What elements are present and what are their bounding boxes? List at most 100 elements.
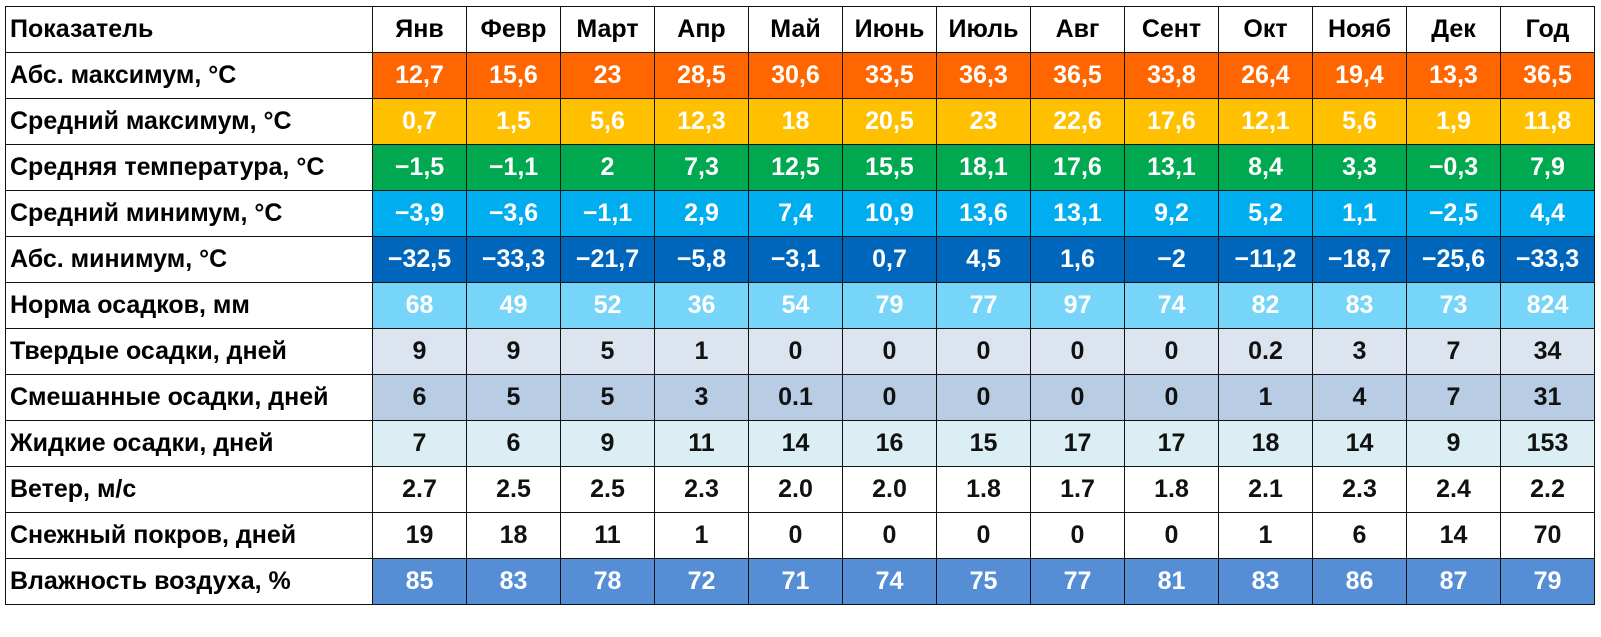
value-cell: 14 xyxy=(1406,512,1501,559)
row-label: Абс. минимум, °C xyxy=(5,236,373,283)
value-cell: 12,7 xyxy=(372,52,467,99)
value-cell: 1.8 xyxy=(936,466,1031,513)
value-cell: 11 xyxy=(560,512,655,559)
header-month: Авг xyxy=(1030,6,1125,53)
value-cell: 11 xyxy=(654,420,749,467)
value-cell: −3,1 xyxy=(748,236,843,283)
value-cell: 34 xyxy=(1500,328,1595,375)
value-cell: 9 xyxy=(1406,420,1501,467)
value-cell: 10,9 xyxy=(842,190,937,237)
value-cell: 2,9 xyxy=(654,190,749,237)
value-cell: −5,8 xyxy=(654,236,749,283)
value-cell: −3,9 xyxy=(372,190,467,237)
value-cell: 33,5 xyxy=(842,52,937,99)
value-cell: 0.2 xyxy=(1218,328,1313,375)
value-cell: 36 xyxy=(654,282,749,329)
value-cell: 5 xyxy=(466,374,561,421)
row-label: Влажность воздуха, % xyxy=(5,558,373,605)
table-row: Влажность воздуха, % 85 83 78 72 71 74 75 77 81 83… xyxy=(5,558,1595,605)
value-cell: 2.3 xyxy=(654,466,749,513)
value-cell: 0 xyxy=(1030,374,1125,421)
value-cell: 5 xyxy=(560,328,655,375)
value-cell: 28,5 xyxy=(654,52,749,99)
value-cell: 13,1 xyxy=(1124,144,1219,191)
value-cell: 13,1 xyxy=(1030,190,1125,237)
value-cell: 83 xyxy=(466,558,561,605)
value-cell: −1,1 xyxy=(560,190,655,237)
table-row: Средний минимум, °C −3,9 −3,6 −1,1 2,9 7,4 10,… xyxy=(5,190,1595,237)
row-label: Твердые осадки, дней xyxy=(5,328,373,375)
row-label: Средний минимум, °C xyxy=(5,190,373,237)
value-cell: 824 xyxy=(1500,282,1595,329)
value-cell: 7,9 xyxy=(1500,144,1595,191)
header-month: Февр xyxy=(466,6,561,53)
value-cell: 5,6 xyxy=(1312,98,1407,145)
header-month: Окт xyxy=(1218,6,1313,53)
value-cell: 6 xyxy=(1312,512,1407,559)
header-month: Июль xyxy=(936,6,1031,53)
header-month: Июнь xyxy=(842,6,937,53)
value-cell: 17,6 xyxy=(1124,98,1219,145)
value-cell: 2.0 xyxy=(748,466,843,513)
value-cell: 0 xyxy=(842,328,937,375)
value-cell: −1,5 xyxy=(372,144,467,191)
value-cell: 31 xyxy=(1500,374,1595,421)
value-cell: 1 xyxy=(1218,512,1313,559)
header-month: Апр xyxy=(654,6,749,53)
value-cell: 77 xyxy=(1030,558,1125,605)
value-cell: 15 xyxy=(936,420,1031,467)
value-cell: 49 xyxy=(466,282,561,329)
value-cell: 23 xyxy=(560,52,655,99)
value-cell: −2 xyxy=(1124,236,1219,283)
value-cell: −33,3 xyxy=(466,236,561,283)
row-label: Снежный покров, дней xyxy=(5,512,373,559)
value-cell: −2,5 xyxy=(1406,190,1501,237)
header-month: Нояб xyxy=(1312,6,1407,53)
value-cell: 1,5 xyxy=(466,98,561,145)
value-cell: −32,5 xyxy=(372,236,467,283)
value-cell: 17,6 xyxy=(1030,144,1125,191)
value-cell: 17 xyxy=(1124,420,1219,467)
value-cell: 8,4 xyxy=(1218,144,1313,191)
value-cell: 153 xyxy=(1500,420,1595,467)
value-cell: 0 xyxy=(936,374,1031,421)
value-cell: 77 xyxy=(936,282,1031,329)
value-cell: 0 xyxy=(1030,328,1125,375)
table-row: Жидкие осадки, дней 7 6 9 11 14 16 15 17 17 18 14 9 1… xyxy=(5,420,1595,467)
value-cell: 26,4 xyxy=(1218,52,1313,99)
value-cell: 83 xyxy=(1218,558,1313,605)
value-cell: 9 xyxy=(372,328,467,375)
value-cell: 2.2 xyxy=(1500,466,1595,513)
value-cell: 5,6 xyxy=(560,98,655,145)
value-cell: 9 xyxy=(466,328,561,375)
value-cell: 7,3 xyxy=(654,144,749,191)
value-cell: 0,7 xyxy=(842,236,937,283)
value-cell: 6 xyxy=(372,374,467,421)
value-cell: 85 xyxy=(372,558,467,605)
value-cell: 86 xyxy=(1312,558,1407,605)
value-cell: 19,4 xyxy=(1312,52,1407,99)
value-cell: 15,6 xyxy=(466,52,561,99)
value-cell: 0.1 xyxy=(748,374,843,421)
value-cell: 1,9 xyxy=(1406,98,1501,145)
value-cell: 18 xyxy=(748,98,843,145)
value-cell: 74 xyxy=(842,558,937,605)
header-label: Показатель xyxy=(5,6,373,53)
value-cell: 4 xyxy=(1312,374,1407,421)
value-cell: 36,3 xyxy=(936,52,1031,99)
row-label: Смешанные осадки, дней xyxy=(5,374,373,421)
value-cell: −18,7 xyxy=(1312,236,1407,283)
value-cell: −25,6 xyxy=(1406,236,1501,283)
value-cell: 73 xyxy=(1406,282,1501,329)
value-cell: 0 xyxy=(842,374,937,421)
header-month: Март xyxy=(560,6,655,53)
header-month: Сент xyxy=(1124,6,1219,53)
value-cell: −11,2 xyxy=(1218,236,1313,283)
row-label: Абс. максимум, °C xyxy=(5,52,373,99)
value-cell: 18 xyxy=(466,512,561,559)
value-cell: 1 xyxy=(1218,374,1313,421)
value-cell: 2.5 xyxy=(560,466,655,513)
header-row: Показатель Янв Февр Март Апр Май Июнь Июль Авг С… xyxy=(5,6,1595,53)
header-month: Дек xyxy=(1406,6,1501,53)
row-label: Ветер, м/с xyxy=(5,466,373,513)
